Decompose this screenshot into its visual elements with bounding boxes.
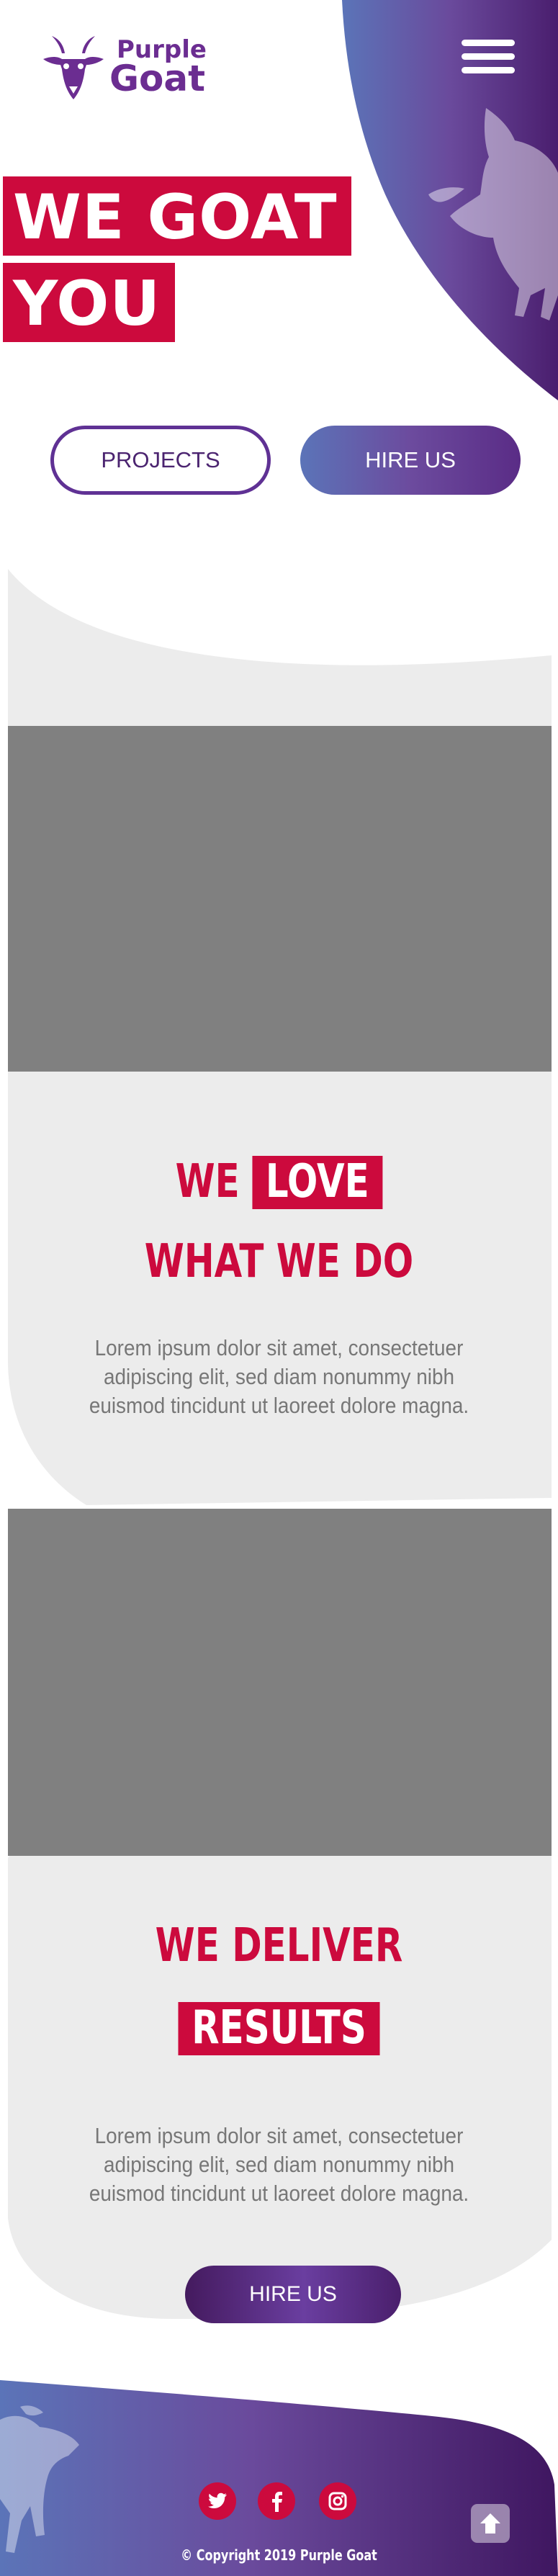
twitter-icon	[208, 2492, 227, 2508]
hire-us-button-secondary[interactable]: HIRE US	[185, 2266, 401, 2323]
results-section-title-line2: RESULTS	[61, 2002, 497, 2055]
hire-us-button[interactable]: HIRE US	[300, 426, 521, 495]
goat-head-icon	[43, 36, 104, 99]
instagram-icon	[328, 2492, 347, 2510]
love-section-title-line2: WHAT WE DO	[144, 1235, 414, 1288]
love-section-body: Lorem ipsum dolor sit amet, consectetuer…	[89, 1335, 469, 1418]
love-title-highlight: LOVE	[252, 1156, 383, 1209]
hamburger-menu-icon[interactable]	[462, 40, 515, 76]
copyright-text: © Copyright 2019 Purple Goat	[181, 2546, 377, 2564]
facebook-link[interactable]	[258, 2482, 295, 2520]
hero-headline-line2: YOU	[3, 263, 176, 342]
brand-name: Purple Goat	[109, 37, 207, 97]
brand-name-line2: Goat	[109, 57, 206, 99]
love-section-title-line1: WE LOVE	[61, 1156, 497, 1209]
results-section-body: Lorem ipsum dolor sit amet, consectetuer…	[89, 2123, 469, 2206]
menu-bar	[462, 40, 515, 46]
image-placeholder-1	[8, 726, 552, 1072]
instagram-link[interactable]	[319, 2482, 356, 2520]
arrow-up-icon	[480, 2513, 500, 2534]
love-title-word: WE	[175, 1155, 240, 1208]
scroll-to-top-button[interactable]	[471, 2504, 510, 2543]
page: Purple Goat WE GOAT YOU PROJECTS HIRE US…	[0, 0, 558, 2576]
twitter-link[interactable]	[199, 2482, 236, 2520]
results-section-title-line1: WE DELIVER	[155, 1919, 403, 1973]
menu-bar	[462, 67, 515, 73]
menu-bar	[462, 53, 515, 60]
hero-headline: WE GOAT YOU	[3, 176, 352, 342]
brand-logo[interactable]: Purple Goat	[37, 29, 207, 104]
results-title-highlight: RESULTS	[178, 2002, 380, 2055]
hero-goat-graphic	[342, 0, 558, 400]
hero-headline-line1: WE GOAT	[3, 176, 352, 256]
image-placeholder-2	[8, 1509, 552, 1856]
facebook-icon	[272, 2492, 282, 2512]
projects-button[interactable]: PROJECTS	[50, 426, 271, 495]
